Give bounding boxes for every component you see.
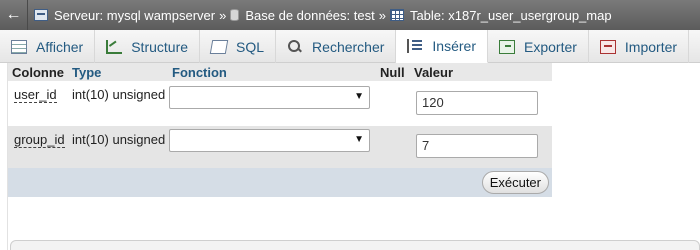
search-icon: [287, 39, 303, 54]
breadcrumb-separator: »: [219, 7, 227, 23]
breadcrumb-separator: »: [378, 7, 386, 23]
tab-afficher[interactable]: Afficher: [0, 30, 96, 63]
breadcrumb-server-label[interactable]: Serveur: mysql wampserver: [54, 8, 215, 23]
dropdown-arrow-icon: ▼: [354, 91, 364, 102]
breadcrumb-table-label[interactable]: Table: x187r_user_usergroup_map: [410, 8, 612, 23]
tab-label: Exporter: [524, 38, 577, 55]
null-cell: [376, 81, 410, 126]
insert-form-table: Colonne Type Fonction Null Valeur user_i…: [8, 63, 552, 197]
server-icon: [34, 9, 48, 21]
execute-button[interactable]: Exécuter: [481, 171, 549, 194]
structure-icon: [106, 39, 123, 54]
action-cell: Exécuter: [8, 168, 552, 197]
tab-structure[interactable]: Structure: [95, 30, 201, 63]
value-input[interactable]: 7: [416, 134, 538, 158]
tab-label: Afficher: [36, 38, 84, 55]
table-row: user_id int(10) unsigned ▼ 120: [8, 81, 552, 126]
browse-icon: [11, 39, 27, 54]
header-type[interactable]: Type: [68, 63, 168, 81]
tab-exporter[interactable]: Exporter: [488, 30, 589, 63]
insert-form-header-row: Colonne Type Fonction Null Valeur: [8, 63, 552, 81]
breadcrumb: Serveur: mysql wampserver » Base de donn…: [28, 8, 612, 23]
table-row: group_id int(10) unsigned ▼ 7: [8, 126, 552, 168]
column-type: int(10) unsigned: [68, 126, 168, 168]
action-row: Exécuter: [8, 168, 552, 197]
tab-inserer[interactable]: Insérer: [396, 30, 488, 63]
value-cell: 120: [410, 81, 552, 126]
tab-label: Rechercher: [312, 38, 385, 55]
tab-label: SQL: [236, 38, 265, 55]
breadcrumb-server[interactable]: Serveur: mysql wampserver: [34, 8, 215, 23]
breadcrumb-database[interactable]: Base de données: test: [230, 8, 375, 23]
tab-sql[interactable]: SQL: [200, 30, 277, 63]
column-name: group_id: [14, 132, 65, 148]
back-arrow-icon[interactable]: ←: [0, 0, 28, 30]
database-icon: [230, 9, 240, 21]
function-cell: ▼: [168, 81, 376, 126]
function-cell: ▼: [168, 126, 376, 168]
tab-rechercher[interactable]: Rechercher: [276, 30, 397, 63]
tab-importer[interactable]: Importer: [589, 30, 690, 63]
breadcrumb-table[interactable]: Table: x187r_user_usergroup_map: [389, 8, 612, 23]
value-cell: 7: [410, 126, 552, 168]
column-name-cell: user_id: [8, 81, 68, 126]
function-select[interactable]: ▼: [169, 86, 370, 109]
header-fonction[interactable]: Fonction: [168, 63, 376, 81]
export-icon: [499, 39, 515, 54]
bottom-panel: [10, 240, 700, 250]
tab-bar: Afficher Structure SQL Rechercher Insére…: [0, 30, 700, 63]
column-name-cell: group_id: [8, 126, 68, 168]
sql-icon: [209, 39, 229, 54]
table-icon: [389, 9, 404, 21]
column-name: user_id: [14, 87, 57, 103]
tab-label: Insérer: [432, 38, 476, 54]
header-valeur: Valeur: [410, 63, 552, 81]
insert-icon: [407, 39, 423, 53]
value-input[interactable]: 120: [416, 91, 538, 115]
dropdown-arrow-icon: ▼: [354, 134, 364, 145]
tab-label: Importer: [624, 38, 678, 55]
tab-label: Structure: [131, 38, 189, 55]
breadcrumb-bar: ← Serveur: mysql wampserver » Base de do…: [0, 0, 700, 30]
breadcrumb-database-label[interactable]: Base de données: test: [245, 8, 374, 23]
null-cell: [376, 126, 410, 168]
function-select[interactable]: ▼: [169, 129, 370, 152]
import-icon: [599, 39, 616, 54]
column-type: int(10) unsigned: [68, 81, 168, 126]
header-null: Null: [376, 63, 410, 81]
left-rail: [0, 63, 8, 250]
header-colonne: Colonne: [8, 63, 68, 81]
